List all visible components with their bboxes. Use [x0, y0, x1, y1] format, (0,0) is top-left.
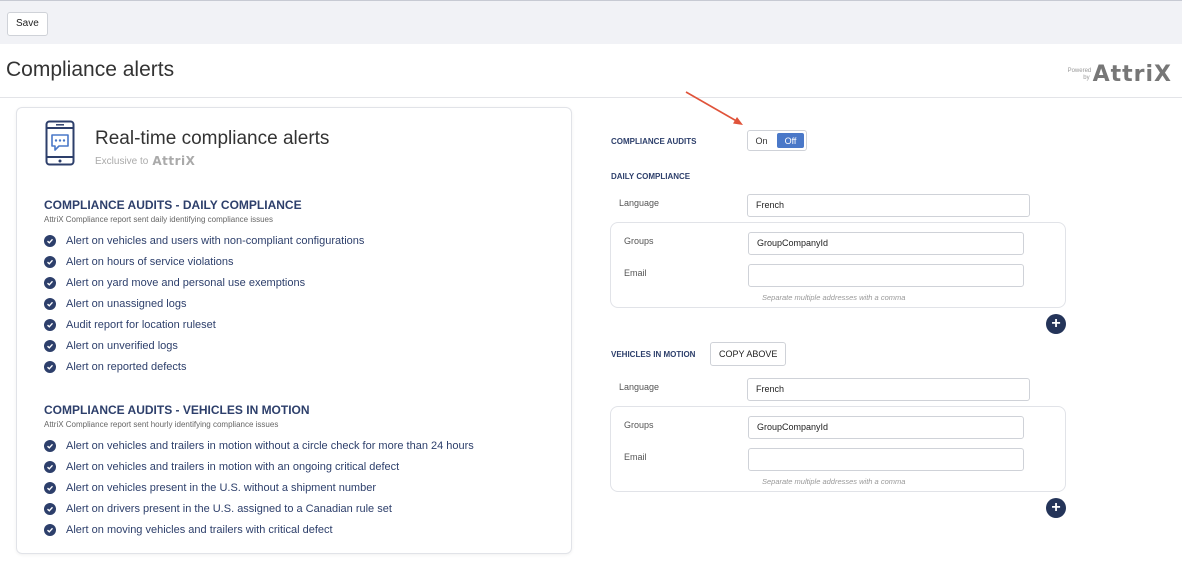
- list-item-label: Alert on reported defects: [66, 360, 187, 373]
- exclusive-brand-logo: AttriX: [152, 154, 196, 168]
- list-item: Alert on moving vehicles and trailers wi…: [44, 519, 474, 540]
- brand-logo: AttriX: [1092, 62, 1172, 87]
- info-card: Real-time compliance alerts Exclusive to…: [16, 107, 572, 554]
- daily-alert-list: Alert on vehicles and users with non-com…: [44, 230, 364, 377]
- powered-by-label: Powered by: [1067, 67, 1092, 81]
- vehicles-in-motion-heading: VEHICLES IN MOTION: [611, 350, 696, 359]
- daily-compliance-section: COMPLIANCE AUDITS - DAILY COMPLIANCE Att…: [44, 198, 364, 377]
- motion-email-hint: Separate multiple addresses with a comma: [762, 477, 906, 486]
- check-circle-icon: [44, 481, 56, 494]
- daily-email-hint: Separate multiple addresses with a comma: [762, 293, 906, 302]
- daily-email-label: Email: [624, 268, 647, 278]
- section-heading: COMPLIANCE AUDITS - DAILY COMPLIANCE: [44, 198, 302, 212]
- check-circle-icon: [44, 502, 56, 515]
- daily-language-label: Language: [619, 198, 660, 208]
- copy-above-button[interactable]: COPY ABOVE: [710, 342, 787, 366]
- list-item: Alert on unassigned logs: [44, 293, 364, 314]
- daily-email-input[interactable]: [748, 264, 1024, 287]
- toolbar: Save: [0, 0, 1182, 44]
- save-button[interactable]: Save: [7, 12, 48, 36]
- toggle-off-option[interactable]: Off: [777, 133, 804, 148]
- motion-email-input[interactable]: [748, 448, 1024, 471]
- list-item-label: Alert on drivers present in the U.S. ass…: [66, 502, 392, 515]
- list-item: Alert on vehicles and trailers in motion…: [44, 456, 474, 477]
- list-item-label: Audit report for location ruleset: [66, 318, 216, 331]
- check-circle-icon: [44, 276, 56, 289]
- exclusive-label: Exclusive to: [95, 155, 149, 167]
- list-item-label: Alert on yard move and personal use exem…: [66, 276, 306, 289]
- daily-language-select[interactable]: French: [747, 194, 1030, 217]
- daily-groups-label: Groups: [624, 236, 654, 246]
- motion-alert-list: Alert on vehicles and trailers in motion…: [44, 435, 474, 540]
- toggle-on-option[interactable]: On: [748, 131, 775, 150]
- compliance-audits-label: COMPLIANCE AUDITS: [611, 137, 697, 146]
- list-item-label: Alert on moving vehicles and trailers wi…: [66, 523, 333, 536]
- list-item-label: Alert on unassigned logs: [66, 297, 187, 310]
- motion-language-label: Language: [619, 382, 660, 392]
- list-item: Alert on yard move and personal use exem…: [44, 272, 364, 293]
- daily-compliance-heading: DAILY COMPLIANCE: [611, 172, 691, 181]
- add-group-button[interactable]: +: [1046, 314, 1066, 334]
- list-item: Alert on vehicles present in the U.S. wi…: [44, 477, 474, 498]
- section-description: AttriX Compliance report sent hourly ide…: [44, 420, 279, 429]
- list-item-label: Alert on vehicles and users with non-com…: [66, 234, 365, 247]
- card-title: Real-time compliance alerts: [95, 128, 330, 149]
- list-item-label: Alert on hours of service violations: [66, 255, 234, 268]
- list-item: Alert on unverified logs: [44, 335, 364, 356]
- exclusive-note: Exclusive to AttriX: [95, 154, 195, 168]
- list-item-label: Alert on vehicles and trailers in motion…: [66, 460, 400, 473]
- check-circle-icon: [44, 318, 56, 331]
- header-divider: [0, 97, 1182, 98]
- section-heading: COMPLIANCE AUDITS - VEHICLES IN MOTION: [44, 403, 310, 417]
- annotation-arrow-icon: [680, 88, 750, 135]
- check-circle-icon: [44, 460, 56, 473]
- list-item: Audit report for location ruleset: [44, 314, 364, 335]
- check-circle-icon: [44, 234, 56, 247]
- page-title: Compliance alerts: [6, 58, 175, 81]
- list-item: Alert on vehicles and trailers in motion…: [44, 435, 474, 456]
- check-circle-icon: [44, 297, 56, 310]
- list-item-label: Alert on vehicles present in the U.S. wi…: [66, 481, 376, 494]
- list-item: Alert on hours of service violations: [44, 251, 364, 272]
- check-circle-icon: [44, 339, 56, 352]
- vehicles-in-motion-section: COMPLIANCE AUDITS - VEHICLES IN MOTION A…: [44, 403, 474, 540]
- check-circle-icon: [44, 360, 56, 373]
- motion-groups-input[interactable]: GroupCompanyId: [748, 416, 1024, 439]
- section-description: AttriX Compliance report sent daily iden…: [44, 215, 273, 224]
- motion-language-select[interactable]: French: [747, 378, 1030, 401]
- list-item-label: Alert on vehicles and trailers in motion…: [66, 439, 474, 452]
- check-circle-icon: [44, 523, 56, 536]
- list-item: Alert on drivers present in the U.S. ass…: [44, 498, 474, 519]
- check-circle-icon: [44, 439, 56, 452]
- motion-groups-label: Groups: [624, 420, 654, 430]
- add-group-button[interactable]: +: [1046, 498, 1066, 518]
- powered-by-logo: Powered by AttriX: [1068, 62, 1172, 87]
- check-circle-icon: [44, 255, 56, 268]
- motion-email-label: Email: [624, 452, 647, 462]
- daily-groups-input[interactable]: GroupCompanyId: [748, 232, 1024, 255]
- list-item-label: Alert on unverified logs: [66, 339, 178, 352]
- list-item: Alert on reported defects: [44, 356, 364, 377]
- compliance-audits-toggle[interactable]: On Off: [747, 130, 807, 151]
- phone-chat-icon: [45, 120, 75, 171]
- list-item: Alert on vehicles and users with non-com…: [44, 230, 364, 251]
